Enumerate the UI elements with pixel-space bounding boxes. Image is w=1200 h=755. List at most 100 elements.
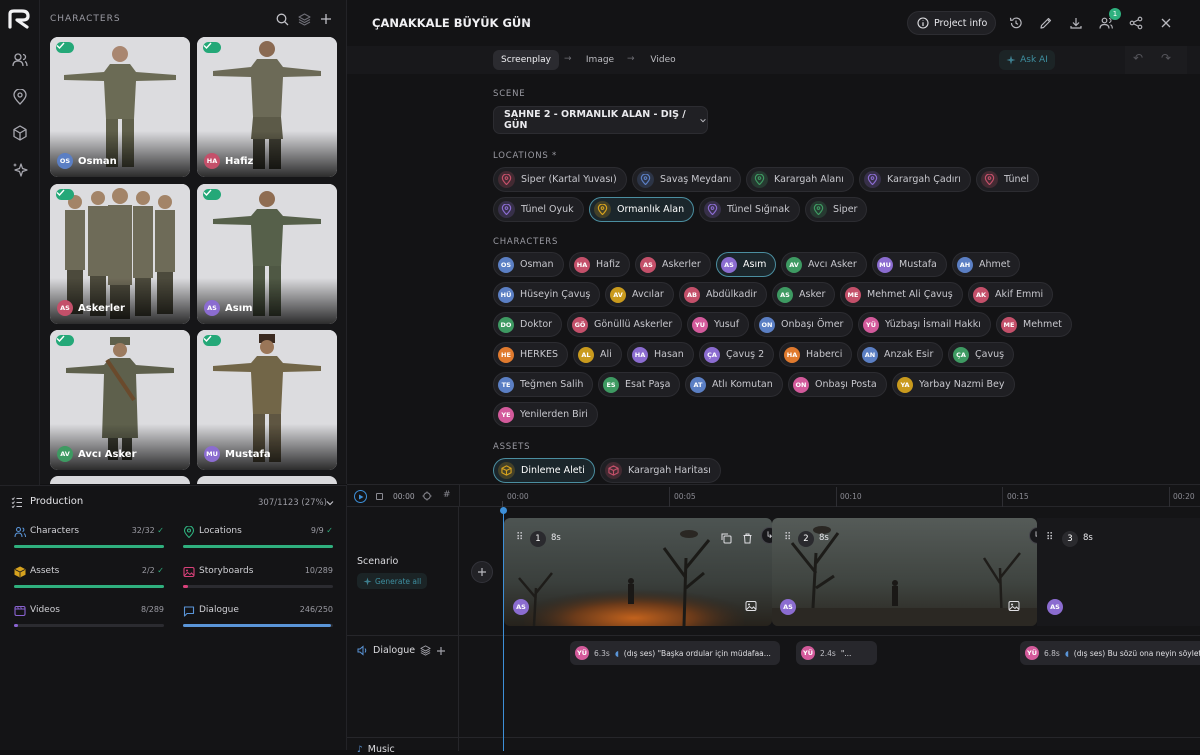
image-icon[interactable] [745, 600, 757, 612]
character-chip[interactable]: AL Ali [573, 342, 622, 367]
character-chip[interactable]: YA Yarbay Nazmi Bey [892, 372, 1015, 397]
character-chip[interactable]: AV Avcılar [605, 282, 674, 307]
character-chip[interactable]: HA Haberci [779, 342, 853, 367]
dialogue-clip[interactable]: YÜ 6.3s ◖ (dış ses) "Başka ordular için … [570, 641, 780, 665]
generate-all-button[interactable]: Generate all [357, 573, 428, 589]
character-chip[interactable]: ÇA Çavuş 2 [699, 342, 775, 367]
character-chip[interactable]: HE HERKES [493, 342, 569, 367]
asset-chip[interactable]: Dinleme Aleti [493, 458, 595, 483]
character-card[interactable]: AS Asım [197, 184, 337, 324]
dialogue-clip[interactable]: YÜ 6.8s ◖ (dış ses) Bu sözü ona neyin sö… [1020, 641, 1200, 665]
character-chip[interactable]: ES Esat Paşa [598, 372, 681, 397]
character-chip[interactable]: ON Onbaşı Posta [788, 372, 887, 397]
stop-icon[interactable] [376, 493, 383, 500]
dialogue-clip[interactable]: YÜ 2.4s "... [796, 641, 877, 665]
characters-nav-icon[interactable] [10, 50, 30, 70]
app-logo[interactable] [7, 8, 33, 30]
scene-select[interactable]: SAHNE 2 - ORMANLIK ALAN - DIŞ / GÜN [493, 106, 708, 134]
character-card[interactable]: HA Hafiz [197, 37, 337, 177]
character-card[interactable]: OS Osman [50, 37, 190, 177]
location-chip[interactable]: Tünel Oyuk [493, 197, 584, 222]
character-card[interactable]: AS Askerler [50, 184, 190, 324]
chevron-down-icon[interactable] [325, 498, 335, 508]
tab-video[interactable]: Video [643, 50, 683, 70]
share-icon[interactable] [1129, 16, 1143, 30]
edit-icon[interactable] [1039, 16, 1053, 30]
character-chip[interactable]: ÇA Çavuş [948, 342, 1015, 367]
character-chip[interactable]: YE Yenilerden Biri [493, 402, 598, 427]
location-chip[interactable]: Siper [805, 197, 868, 222]
character-chip[interactable]: AN Anzak Esir [857, 342, 944, 367]
trash-icon[interactable] [742, 533, 753, 544]
character-card[interactable] [197, 476, 337, 484]
scenario-clip[interactable]: ⠿ 3 8s AS [1037, 518, 1200, 626]
copy-icon[interactable] [721, 533, 732, 544]
hash-icon[interactable]: # [443, 490, 451, 500]
character-chip[interactable]: OS Osman [493, 252, 564, 277]
character-chip[interactable]: YU Yusuf [687, 312, 750, 337]
chevron-down-icon[interactable] [522, 17, 532, 27]
location-chip[interactable]: Savaş Meydanı [632, 167, 742, 192]
tab-screenplay[interactable]: Screenplay [493, 50, 559, 70]
character-chip[interactable]: TE Teğmen Salih [493, 372, 594, 397]
stat-count: 9/9 [310, 526, 324, 535]
layers-icon[interactable] [420, 645, 431, 656]
asset-chip[interactable]: Karargah Haritası [600, 458, 721, 483]
character-chip[interactable]: ME Mehmet [996, 312, 1072, 337]
project-title[interactable]: ÇANAKKALE BÜYÜK GÜN [372, 16, 531, 30]
location-chip[interactable]: Ormanlık Alan [589, 197, 695, 222]
assets-nav-icon[interactable] [10, 123, 30, 143]
character-chip[interactable]: AV Avcı Asker [781, 252, 867, 277]
location-chip[interactable]: Karargah Alanı [746, 167, 854, 192]
character-chip[interactable]: MU Mustafa [872, 252, 947, 277]
play-button[interactable] [354, 490, 367, 503]
tab-image[interactable]: Image [579, 50, 621, 70]
character-chip[interactable]: GÖ Gönüllü Askerler [567, 312, 683, 337]
character-chip[interactable]: AS Askerler [635, 252, 711, 277]
character-card[interactable]: AV Avcı Asker [50, 330, 190, 470]
location-chip[interactable]: Siper (Kartal Yuvası) [493, 167, 627, 192]
character-card[interactable] [50, 476, 190, 484]
character-chip[interactable]: HÜ Hüseyin Çavuş [493, 282, 601, 307]
plus-icon[interactable] [436, 646, 446, 656]
scenario-clip[interactable]: 1 ⠿ 8s AS [504, 518, 772, 626]
layers-icon[interactable] [296, 11, 312, 27]
character-card[interactable]: MU Mustafa [197, 330, 337, 470]
undo-icon[interactable]: ↶ [1133, 51, 1143, 65]
character-chip[interactable]: DO Doktor [493, 312, 563, 337]
character-chip[interactable]: ON Onbaşı Ömer [754, 312, 854, 337]
download-icon[interactable] [1069, 16, 1083, 30]
redo-icon[interactable]: ↷ [1161, 51, 1171, 65]
project-info-button[interactable]: Project info [907, 11, 996, 35]
time-tick: 00:20 [1173, 492, 1195, 501]
character-chip[interactable]: ME Mehmet Ali Çavuş [840, 282, 963, 307]
close-icon[interactable] [1160, 17, 1172, 29]
location-chip[interactable]: Tünel [976, 167, 1040, 192]
playhead[interactable] [503, 507, 504, 751]
location-chip[interactable]: Karargah Çadırı [859, 167, 971, 192]
add-icon[interactable] [318, 11, 334, 27]
drag-handle-icon[interactable]: ⠿ [1046, 532, 1053, 543]
character-chip[interactable]: YÜ Yüzbaşı İsmail Hakkı [858, 312, 991, 337]
character-chip[interactable]: AS Asker [772, 282, 836, 307]
crosshair-icon[interactable] [422, 491, 432, 501]
character-chip[interactable]: HA Hafiz [569, 252, 630, 277]
character-chip[interactable]: AS Asım [716, 252, 777, 277]
character-chip[interactable]: HA Hasan [627, 342, 694, 367]
scenario-clip[interactable]: ⠿ 2 8s AS [772, 518, 1037, 626]
location-chip[interactable]: Tünel Sığınak [699, 197, 800, 222]
character-chip[interactable]: AH Ahmet [952, 252, 1021, 277]
image-icon[interactable] [1008, 600, 1020, 612]
character-chip[interactable]: AB Abdülkadir [679, 282, 767, 307]
character-chip[interactable]: AT Atlı Komutan [685, 372, 783, 397]
character-chip[interactable]: AK Akif Emmi [968, 282, 1054, 307]
search-icon[interactable] [274, 11, 290, 27]
ask-ai-button[interactable]: Ask AI [999, 50, 1055, 70]
drag-handle-icon[interactable]: ⠿ [784, 532, 791, 543]
add-clip-button[interactable] [471, 561, 493, 583]
drag-handle-icon[interactable]: ⠿ [516, 532, 523, 543]
history-icon[interactable] [1009, 16, 1023, 30]
locations-nav-icon[interactable] [10, 87, 30, 107]
playhead-handle[interactable] [500, 507, 507, 514]
ai-sparkle-nav-icon[interactable] [10, 160, 30, 180]
